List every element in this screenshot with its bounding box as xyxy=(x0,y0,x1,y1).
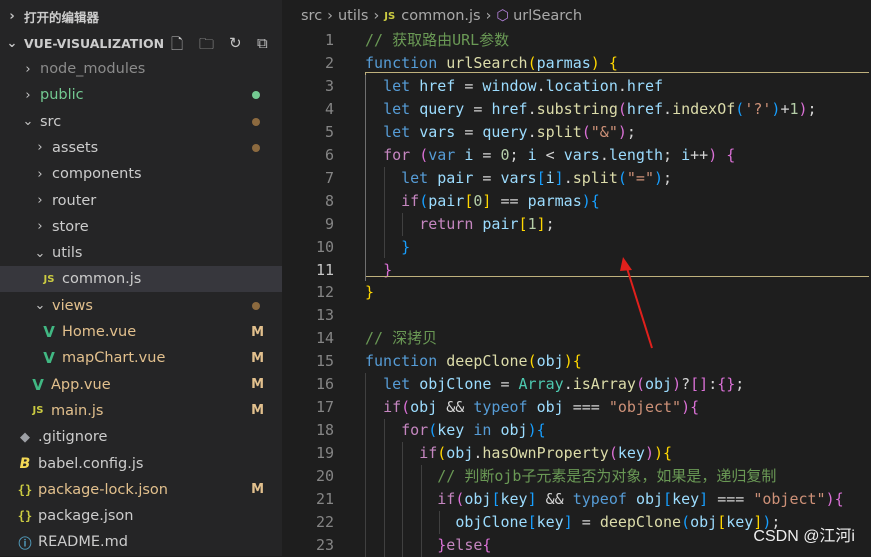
open-editors-header[interactable]: › 打开的编辑器 xyxy=(0,3,282,29)
git-file-icon: ◆ xyxy=(20,429,30,445)
tree-item-label: assets xyxy=(52,139,99,156)
tree-item-label: node_modules xyxy=(40,61,146,77)
git-status-dot xyxy=(252,117,260,126)
tree-item-label: babel.config.js xyxy=(38,455,144,472)
chevron-right-icon: › xyxy=(37,193,43,208)
tree-item-label: package-lock.json xyxy=(38,481,168,498)
tree-item-label: router xyxy=(52,192,97,209)
tree-item-label: src xyxy=(40,113,62,130)
indent-guide xyxy=(421,465,422,557)
git-modified-badge: M xyxy=(251,350,264,366)
babel-file-icon: B xyxy=(19,455,31,472)
watermark: CSDN @江河i xyxy=(753,528,855,545)
refresh-icon[interactable]: ↻ xyxy=(229,34,242,52)
tree-item-babel-config-js[interactable]: Bbabel.config.js xyxy=(0,451,282,477)
tree-item-label: components xyxy=(52,166,142,183)
tree-item-utils[interactable]: ⌄ utils xyxy=(0,240,282,266)
chevron-down-icon: ⌄ xyxy=(6,35,18,51)
chevron-right-icon: › xyxy=(37,166,43,182)
tree-item-router[interactable]: › router xyxy=(0,188,282,214)
indent-guide xyxy=(402,212,403,236)
git-modified-badge: M xyxy=(251,377,264,393)
json-file-icon: {} xyxy=(17,482,33,497)
tree-item-assets[interactable]: › assets xyxy=(0,135,282,161)
tree-item-home-vue[interactable]: V Home.vue M xyxy=(0,319,282,345)
tree-item-common-js[interactable]: JS common.js xyxy=(0,266,282,293)
vue-file-icon: V xyxy=(43,323,55,341)
code-editor[interactable]: src › utils › JS common.js › ⬡ urlSearch… xyxy=(282,0,871,557)
tree-item-label: mapChart.vue xyxy=(62,350,166,367)
vue-file-icon: V xyxy=(43,349,55,368)
tree-item-package-json[interactable]: {} package.json xyxy=(0,503,282,529)
chevron-right-icon: › xyxy=(25,61,31,77)
git-status-dot xyxy=(252,143,260,152)
tree-item-label: package.json xyxy=(38,508,134,525)
tree-item-src[interactable]: ⌄ src xyxy=(0,109,282,135)
git-modified-badge: M xyxy=(251,482,264,498)
js-file-icon: JS xyxy=(43,273,55,285)
open-editors-title: 打开的编辑器 xyxy=(24,9,100,25)
tree-item-label: App.vue xyxy=(51,376,111,393)
chevron-right-icon: › xyxy=(37,140,43,156)
tree-item-label: views xyxy=(52,297,93,314)
tree-item-label: store xyxy=(52,218,89,235)
indent-guide xyxy=(384,419,385,557)
indent-guide xyxy=(402,442,403,557)
tree-item-label: common.js xyxy=(62,271,142,288)
tree-item-label: README.md xyxy=(38,534,128,551)
indent-guide xyxy=(365,373,366,557)
indent-guide xyxy=(384,166,385,259)
indent-guide xyxy=(439,510,440,534)
tree-item-store[interactable]: › store xyxy=(0,214,282,240)
tree-item-label: main.js xyxy=(51,402,104,419)
tree-item-readme-md[interactable]: ⓘ README.md xyxy=(0,529,282,555)
git-status-dot xyxy=(252,91,260,100)
tree-item-public[interactable]: › public xyxy=(0,82,282,108)
chevron-right-icon: › xyxy=(25,87,31,103)
readme-info-icon: ⓘ xyxy=(18,536,32,552)
annotation-arrow xyxy=(620,257,653,349)
tree-item-label: utils xyxy=(52,245,83,262)
project-title: VUE-VISUALIZATION xyxy=(24,35,165,51)
git-modified-badge: M xyxy=(251,403,264,419)
tree-item-label: Home.vue xyxy=(62,324,137,340)
tree-item-components[interactable]: › components xyxy=(0,161,282,187)
explorer-sidebar: › 打开的编辑器 ⌄ VUE-VISUALIZATION 🗋 🗀 ↻ ⧉ › no… xyxy=(0,0,282,556)
tree-item-label: .gitignore xyxy=(38,429,108,446)
tree-item-node-modules[interactable]: › node_modules xyxy=(0,56,282,82)
tree-item-mapchart-vue[interactable]: VmapChart.vue M xyxy=(0,345,282,371)
tree-item-views[interactable]: ⌄ views xyxy=(0,293,282,319)
chevron-down-icon: ⌄ xyxy=(22,114,34,130)
tree-item-app-vue[interactable]: V App.vue M xyxy=(0,372,282,398)
tree-item--gitignore[interactable]: ◆ .gitignore xyxy=(0,424,282,450)
collapse-all-icon[interactable]: ⧉ xyxy=(257,34,268,52)
chevron-right-icon: › xyxy=(37,219,43,235)
indent-guide xyxy=(365,74,366,282)
git-status-dot xyxy=(252,301,260,310)
vue-file-icon: V xyxy=(32,375,44,394)
tree-item-main-js[interactable]: JS main.js M xyxy=(0,398,282,424)
git-modified-badge: M xyxy=(251,324,264,340)
js-file-icon: JS xyxy=(32,405,44,417)
tree-item-label: public xyxy=(40,87,84,104)
chevron-down-icon: ⌄ xyxy=(34,298,46,314)
tree-item-package-lock-json[interactable]: {} package-lock.json M xyxy=(0,477,282,503)
chevron-right-icon: › xyxy=(9,8,15,24)
chevron-down-icon: ⌄ xyxy=(34,245,46,261)
json-file-icon: {} xyxy=(17,509,33,524)
